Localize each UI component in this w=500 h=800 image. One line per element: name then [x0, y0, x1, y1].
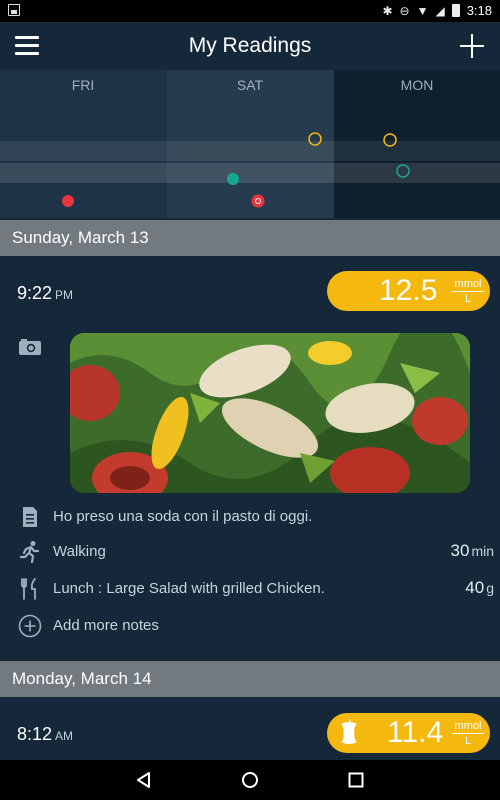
- chart-col-label-sat: SAT: [237, 77, 264, 93]
- target-band-lower: [0, 163, 500, 183]
- entry-time-value: 8:12: [17, 724, 53, 744]
- meal-carbs: 40 g: [465, 578, 494, 598]
- entry-time-1[interactable]: 9:22 PM: [17, 283, 73, 304]
- add-notes-row[interactable]: Add more notes: [0, 612, 500, 640]
- readings-chart[interactable]: FRI SAT MON: [0, 70, 500, 218]
- meal-unit: g: [486, 580, 494, 596]
- reading-badge-1[interactable]: 12.5 mmol L: [327, 271, 490, 311]
- system-nav-bar: [0, 760, 500, 800]
- unit-top: mmol: [454, 720, 482, 732]
- activity-unit: min: [471, 543, 494, 559]
- meal-label: Lunch : Large Salad with grilled Chicken…: [53, 580, 325, 597]
- entry-time-ampm: AM: [55, 729, 74, 743]
- readings-chart-svg: FRI SAT MON: [0, 70, 500, 218]
- meal-value: 40: [465, 578, 485, 597]
- image-notification-icon: [8, 4, 20, 16]
- meal-row[interactable]: Lunch : Large Salad with grilled Chicken…: [0, 575, 500, 603]
- unit-bottom: L: [464, 293, 472, 305]
- status-bar: ✱ ⊖ ▼ ◢ 3:18: [0, 0, 500, 22]
- chart-point-sat-teal[interactable]: [227, 173, 239, 185]
- meal-photo[interactable]: [70, 333, 470, 493]
- reading-unit: mmol L: [452, 720, 484, 747]
- activity-label: Walking: [53, 543, 106, 560]
- recents-icon[interactable]: [346, 770, 366, 790]
- unit-top: mmol: [454, 278, 482, 290]
- chart-point-sat-red[interactable]: [251, 194, 265, 208]
- running-icon: [19, 541, 40, 564]
- bluetooth-icon: ✱: [382, 3, 393, 18]
- add-notes-label: Add more notes: [53, 617, 159, 634]
- fork-knife-icon: [21, 578, 36, 600]
- activity-value: 30: [450, 541, 470, 560]
- add-reading-icon[interactable]: [456, 30, 488, 62]
- back-icon[interactable]: [134, 770, 154, 790]
- entry-time-2[interactable]: 8:12 AM: [17, 724, 73, 745]
- reading-unit: mmol L: [452, 278, 484, 305]
- camera-icon[interactable]: [18, 338, 42, 356]
- page-title: My Readings: [188, 34, 312, 57]
- wifi-icon: ▼: [416, 3, 429, 18]
- date-header-sunday: Sunday, March 13: [0, 220, 500, 256]
- entry-time-value: 9:22: [17, 283, 53, 303]
- apple-core-icon: [341, 719, 357, 744]
- chart-point-fri-red[interactable]: [62, 195, 74, 207]
- unit-bottom: L: [464, 735, 472, 747]
- app-bar: My Readings: [0, 22, 500, 70]
- dnd-icon: ⊖: [399, 3, 410, 18]
- reading-value: 11.4: [387, 716, 444, 749]
- chart-col-label-mon: MON: [401, 77, 434, 93]
- battery-icon: [451, 4, 460, 17]
- note-text: Ho preso una soda con il pasto di oggi.: [53, 508, 313, 525]
- document-icon: [23, 507, 37, 527]
- salad-image: [70, 333, 470, 493]
- status-time: 3:18: [466, 3, 492, 18]
- activity-row[interactable]: Walking 30 min: [0, 538, 500, 566]
- signal-icon: ◢: [435, 3, 445, 18]
- entry-time-ampm: PM: [55, 288, 74, 302]
- date-header-monday: Monday, March 14: [0, 661, 500, 697]
- target-band-upper: [0, 141, 500, 161]
- reading-value: 12.5: [379, 274, 438, 307]
- add-circle-icon: [18, 614, 42, 638]
- activity-duration: 30 min: [451, 541, 494, 561]
- reading-badge-2[interactable]: 11.4 mmol L: [327, 713, 490, 753]
- note-row[interactable]: Ho preso una soda con il pasto di oggi.: [0, 503, 500, 531]
- home-icon[interactable]: [240, 770, 260, 790]
- chart-col-label-fri: FRI: [72, 77, 95, 93]
